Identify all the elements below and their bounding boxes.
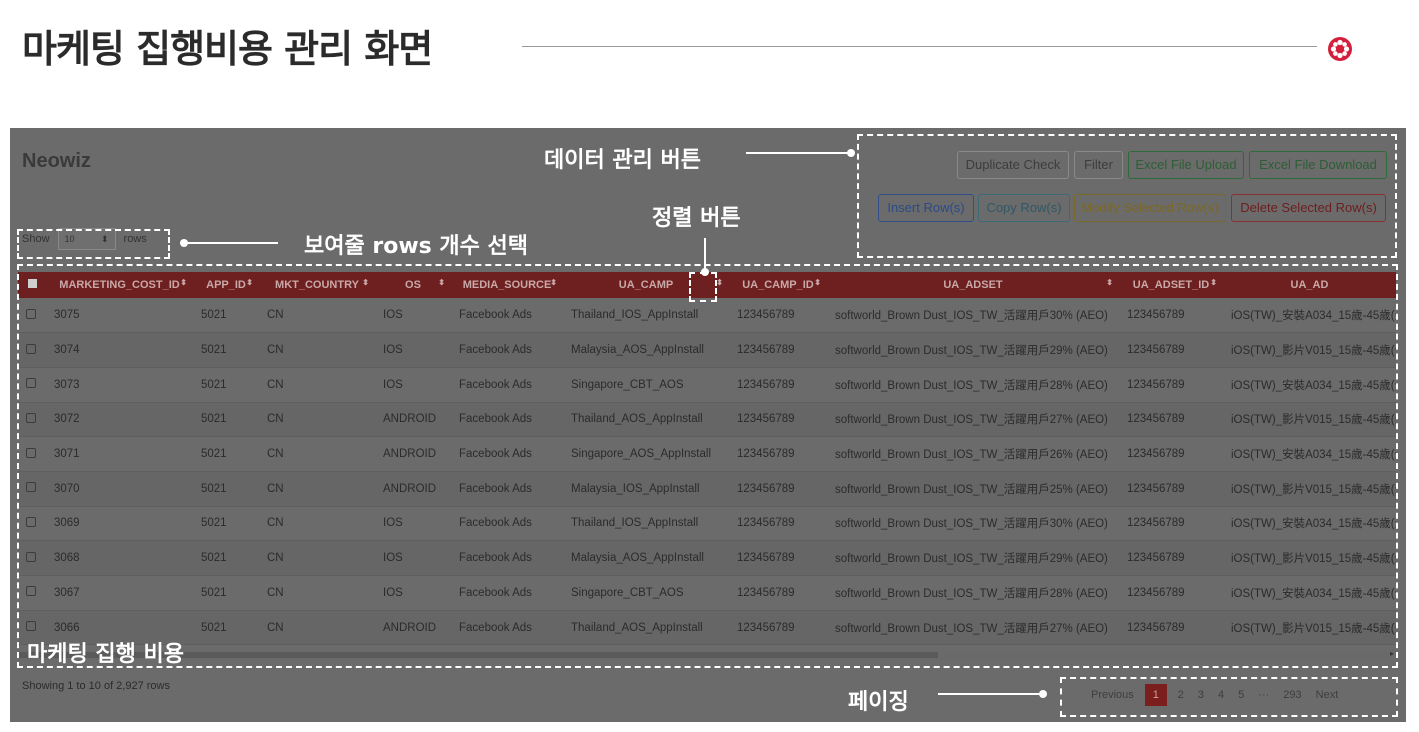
title-divider [522, 46, 1317, 47]
annotation-dot [847, 149, 855, 157]
annotation-connector [938, 693, 1042, 695]
flower-logo-icon [1328, 37, 1352, 61]
sort-button-annotation-label: 정렬 버튼 [652, 206, 741, 231]
annotation-connector [746, 152, 850, 154]
show-rows-annotation-box [17, 229, 170, 259]
data-buttons-annotation-box [857, 134, 1397, 258]
slide-title: 마케팅 집행비용 관리 화면 [22, 27, 433, 71]
showing-rows-text: Showing 1 to 10 of 2,927 rows [22, 680, 170, 692]
show-rows-annotation-label: 보여줄 rows 개수 선택 [304, 234, 529, 259]
grid-annotation-label: 마케팅 집행 비용 [27, 642, 184, 667]
annotation-dot [1039, 690, 1047, 698]
annotation-connector [186, 242, 278, 244]
app-brand: Neowiz [22, 150, 91, 172]
grid-annotation-box [17, 264, 1398, 668]
data-buttons-annotation-label: 데이터 관리 버튼 [544, 148, 701, 173]
paging-annotation-label: 페이징 [848, 690, 909, 715]
paging-annotation-box [1060, 677, 1398, 717]
